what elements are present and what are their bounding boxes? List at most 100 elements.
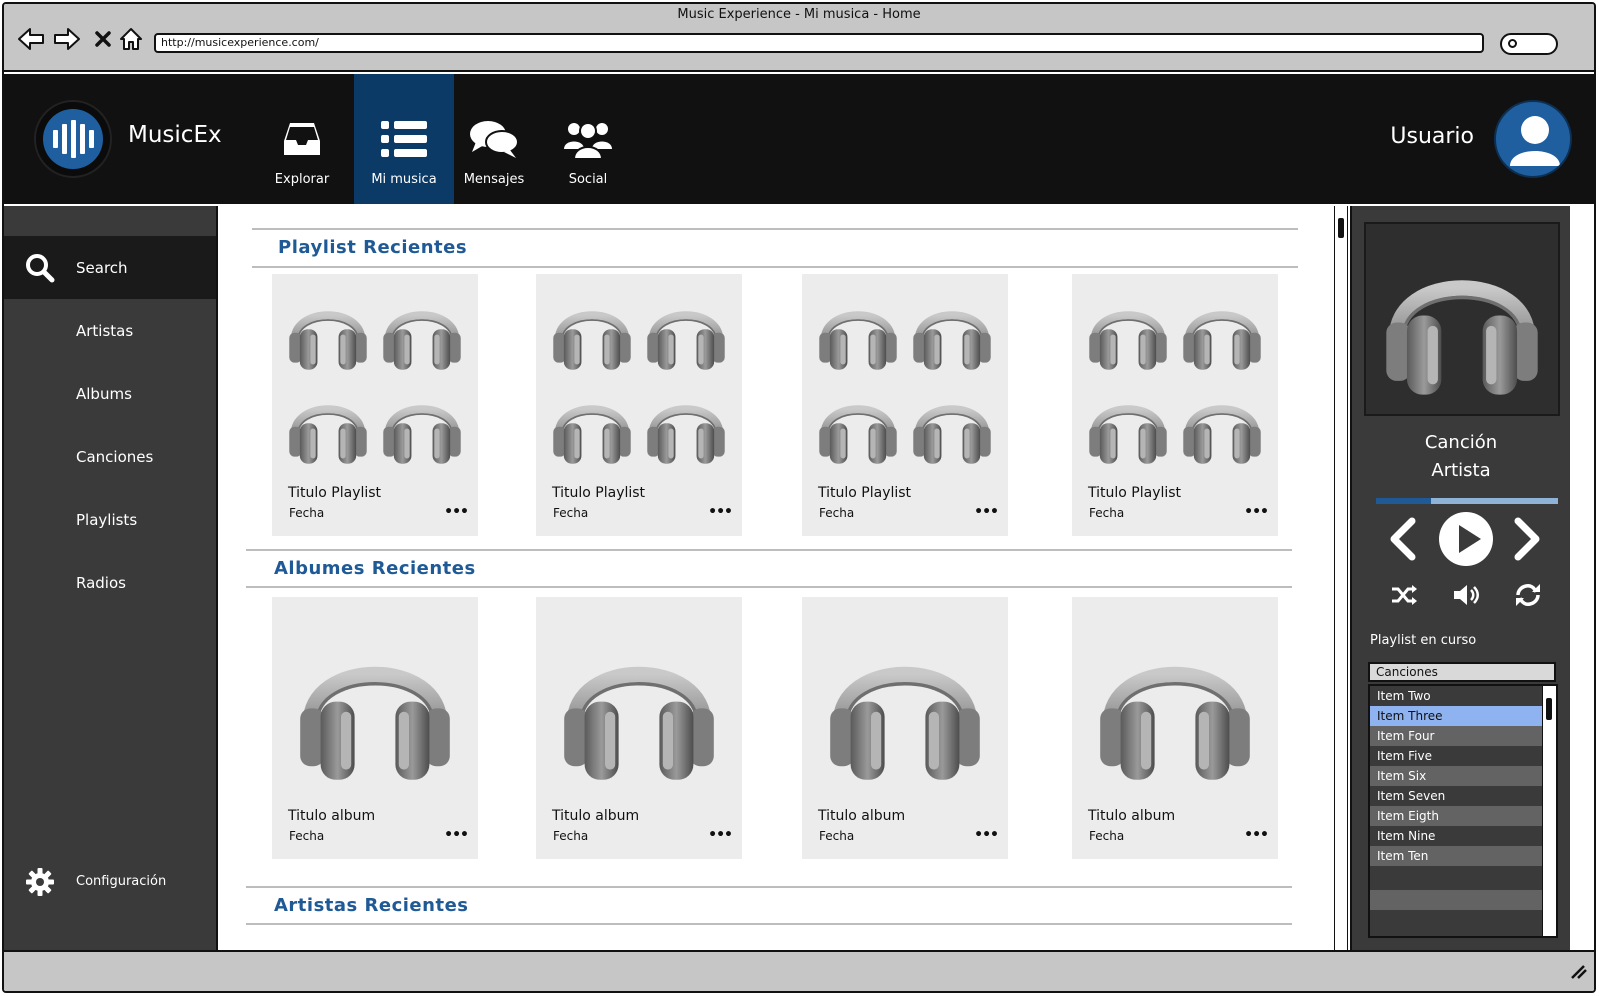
album-cover (1084, 607, 1266, 797)
more-options-button[interactable]: ••• (1244, 827, 1269, 843)
avatar[interactable] (1494, 100, 1572, 178)
playlist-cover (1084, 284, 1266, 474)
divider (246, 923, 1292, 925)
playlist-card[interactable]: Titulo Playlist Fecha ••• (536, 274, 742, 536)
tab-mi-musica[interactable]: Mi musica (354, 74, 454, 204)
more-options-button[interactable]: ••• (974, 827, 999, 843)
sidebar-item-label: Canciones (76, 447, 154, 466)
shuffle-icon[interactable] (1388, 582, 1420, 608)
card-title: Titulo Playlist (1088, 485, 1182, 501)
resize-grip-icon[interactable] (1568, 962, 1588, 980)
section-title-playlists: Playlist Recientes (278, 237, 468, 258)
playlist-card[interactable]: Titulo Playlist Fecha ••• (272, 274, 478, 536)
previous-icon[interactable] (1382, 514, 1422, 564)
browser-search-field[interactable] (1500, 33, 1558, 55)
player-panel: Canción Artista Playlist en curso Cancio… (1350, 206, 1570, 950)
progress-fill (1376, 498, 1431, 504)
card-date: Fecha (819, 506, 855, 520)
tab-explorar[interactable]: Explorar (254, 74, 350, 204)
gear-icon (4, 867, 76, 897)
tab-label: Mensajes (463, 172, 525, 187)
album-cover (814, 607, 996, 797)
headphones-icon (548, 284, 730, 474)
artist-name: Artista (1431, 460, 1491, 481)
more-options-button[interactable]: ••• (1244, 504, 1269, 520)
home-icon[interactable] (116, 24, 146, 54)
progress-bar[interactable] (1376, 498, 1558, 504)
repeat-icon[interactable] (1512, 582, 1544, 608)
more-options-button[interactable]: ••• (974, 504, 999, 520)
list-item[interactable]: Item Six (1370, 766, 1542, 786)
list-item[interactable]: Item Eigth (1370, 806, 1542, 826)
list-item-empty (1370, 890, 1542, 910)
list-item[interactable]: Item Three (1370, 706, 1542, 726)
card-title: Titulo album (288, 808, 376, 824)
more-options-button[interactable]: ••• (708, 827, 733, 843)
album-card[interactable]: Titulo album Fecha ••• (536, 597, 742, 859)
sidebar-item-label: Albums (76, 384, 132, 403)
divider (246, 549, 1292, 551)
divider (246, 586, 1292, 588)
list-item[interactable]: Item Five (1370, 746, 1542, 766)
card-title: Titulo Playlist (552, 485, 646, 501)
sidebar-item-label: Artistas (76, 321, 134, 340)
sidebar-item-playlists[interactable]: Playlists (4, 488, 216, 551)
browser-window: Music Experience - Mi musica - Home http… (2, 2, 1596, 993)
browser-chrome: Music Experience - Mi musica - Home http… (4, 4, 1594, 72)
playlist-cover (548, 284, 730, 474)
main-scrollbar[interactable] (1334, 206, 1348, 950)
window-title: Music Experience - Mi musica - Home (677, 7, 921, 22)
tab-mensajes[interactable]: Mensajes (456, 74, 532, 204)
card-title: Titulo album (818, 808, 906, 824)
play-icon[interactable] (1438, 511, 1494, 567)
more-options-button[interactable]: ••• (708, 504, 733, 520)
logo[interactable] (34, 100, 112, 178)
card-date: Fecha (289, 506, 325, 520)
album-cover (548, 607, 730, 797)
list-item[interactable]: Item Nine (1370, 826, 1542, 846)
section-title-albums: Albumes Recientes (274, 558, 476, 579)
next-icon[interactable] (1508, 514, 1548, 564)
headphones-icon (1084, 607, 1266, 797)
scrollbar-thumb[interactable] (1338, 218, 1344, 238)
card-title: Titulo Playlist (818, 485, 912, 501)
headphones-icon (284, 607, 466, 797)
sidebar-item-label: Search (76, 258, 128, 277)
app-header: MusicEx Explorar Mi musica Mensajes Soci… (4, 74, 1594, 204)
album-card[interactable]: Titulo album Fecha ••• (1072, 597, 1278, 859)
search-icon (1508, 39, 1517, 48)
user-name[interactable]: Usuario (1390, 124, 1474, 149)
sidebar-item-canciones[interactable]: Canciones (4, 425, 216, 488)
playlist-card[interactable]: Titulo Playlist Fecha ••• (1072, 274, 1278, 536)
headphones-icon (548, 607, 730, 797)
scrollbar-thumb[interactable] (1546, 698, 1552, 720)
sidebar-item-search[interactable]: Search (4, 236, 216, 299)
list-item[interactable]: Item Ten (1370, 846, 1542, 866)
card-date: Fecha (553, 829, 589, 843)
playlist-cover (284, 284, 466, 474)
more-options-button[interactable]: ••• (444, 827, 469, 843)
section-title-artists: Artistas Recientes (274, 895, 469, 916)
list-item[interactable]: Item Two (1370, 686, 1542, 706)
list-item[interactable]: Item Seven (1370, 786, 1542, 806)
url-bar[interactable]: http://musicexperience.com/ (154, 33, 1484, 53)
playlist-select[interactable]: Canciones (1368, 662, 1556, 682)
volume-icon[interactable] (1450, 582, 1482, 608)
sidebar-item-label: Radios (76, 573, 126, 592)
back-arrow-icon[interactable] (16, 24, 46, 54)
playlist-card[interactable]: Titulo Playlist Fecha ••• (802, 274, 1008, 536)
sidebar-item-albums[interactable]: Albums (4, 362, 216, 425)
tab-social[interactable]: Social (550, 74, 626, 204)
sidebar-item-configuracion[interactable]: Configuración (4, 850, 216, 913)
tab-label: Social (568, 172, 608, 187)
more-options-button[interactable]: ••• (444, 504, 469, 520)
list-item[interactable]: Item Four (1370, 726, 1542, 746)
album-card[interactable]: Titulo album Fecha ••• (272, 597, 478, 859)
forward-arrow-icon[interactable] (52, 24, 82, 54)
album-card[interactable]: Titulo album Fecha ••• (802, 597, 1008, 859)
close-icon[interactable] (88, 24, 118, 54)
playlist-scrollbar[interactable] (1542, 686, 1556, 936)
sidebar-item-radios[interactable]: Radios (4, 551, 216, 614)
brand-name: MusicEx (128, 122, 222, 148)
sidebar-item-artistas[interactable]: Artistas (4, 299, 216, 362)
